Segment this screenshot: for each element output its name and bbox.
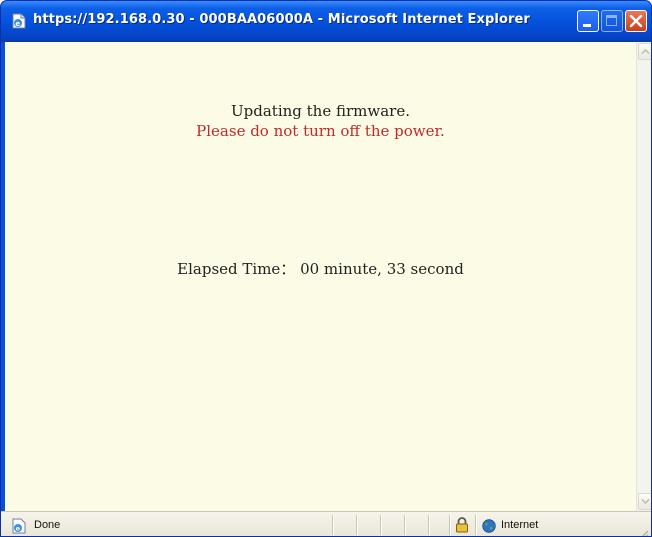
close-icon <box>629 14 643 28</box>
ie-page-icon[interactable]: e <box>10 12 28 30</box>
status-text: Done <box>34 519 61 531</box>
svg-text:e: e <box>15 20 20 28</box>
lock-icon[interactable] <box>455 517 469 533</box>
title-bar[interactable]: e https://192.168.0.30 - 000BAA06000A - … <box>1 1 651 42</box>
chevron-down-icon <box>641 498 650 505</box>
status-divider <box>475 515 476 535</box>
close-button[interactable] <box>625 10 647 32</box>
status-divider <box>380 515 381 535</box>
power-warning-message: Please do not turn off the power. <box>196 122 445 140</box>
status-divider <box>428 515 429 535</box>
scroll-down-button[interactable] <box>638 493 651 510</box>
page-content: Updating the firmware. Please do not tur… <box>5 42 636 511</box>
minimize-button[interactable] <box>577 10 599 32</box>
maximize-button[interactable] <box>601 10 623 32</box>
browser-window: e https://192.168.0.30 - 000BAA06000A - … <box>0 0 652 537</box>
ie-page-icon: e <box>11 518 27 534</box>
status-bar: e Done Internet <box>1 511 651 536</box>
status-divider <box>356 515 357 535</box>
status-divider <box>332 515 333 535</box>
window-title: https://192.168.0.30 - 000BAA06000A - Mi… <box>33 12 530 27</box>
scroll-up-button[interactable] <box>638 43 651 60</box>
globe-icon <box>482 518 496 533</box>
firmware-update-message: Updating the firmware. <box>231 102 410 120</box>
chevron-up-icon <box>641 48 650 55</box>
security-zone-text: Internet <box>501 519 539 531</box>
resize-grip[interactable] <box>637 525 649 536</box>
vertical-scrollbar[interactable] <box>636 42 651 511</box>
status-divider <box>404 515 405 535</box>
elapsed-time-text: Elapsed Time： 00 minute, 33 second <box>177 260 464 278</box>
svg-text:e: e <box>16 525 21 533</box>
status-divider <box>449 515 450 535</box>
